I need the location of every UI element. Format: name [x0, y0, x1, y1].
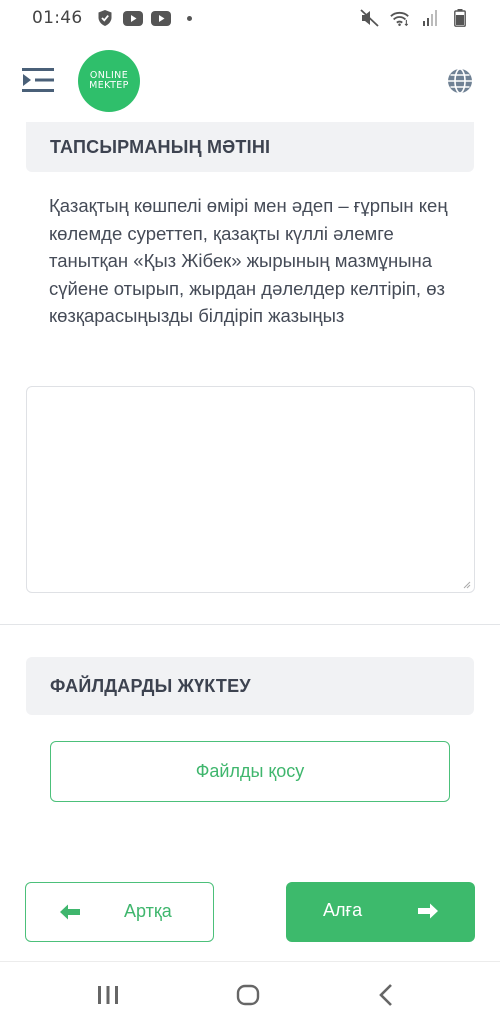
task-section-title: ТАПСЫРМАНЫҢ МӘТІНІ [50, 136, 271, 157]
arrow-right-icon [418, 903, 438, 919]
battery-icon [450, 9, 470, 27]
recents-icon[interactable] [97, 985, 119, 1005]
arrow-left-icon [60, 904, 80, 920]
status-bar: 01:46 [0, 0, 500, 36]
back-nav-icon[interactable] [377, 983, 395, 1007]
home-icon[interactable] [236, 984, 260, 1006]
status-icons-left [95, 10, 192, 26]
shield-check-icon [95, 10, 115, 26]
upload-section-title: ФАЙЛДАРДЫ ЖҮКТЕУ [50, 675, 251, 696]
signal-icon [420, 10, 440, 26]
app-header: ONLINE MEKTEP [0, 36, 500, 128]
next-label: Алға [323, 900, 363, 920]
task-text: Қазақтың көшпелі өмірі мен әдеп – ғұрпын… [49, 195, 448, 326]
dot-icon [186, 15, 192, 21]
upload-section-header: ФАЙЛДАРДЫ ЖҮКТЕУ [26, 657, 474, 715]
next-button[interactable]: Алға [286, 882, 475, 942]
menu-toggle-icon[interactable] [20, 62, 56, 98]
logo-text-line2: MEKTEP [89, 80, 129, 91]
wifi-icon [390, 10, 410, 26]
language-globe-icon[interactable] [446, 67, 474, 95]
youtube-icon [150, 10, 171, 26]
youtube-icon [122, 10, 143, 26]
status-icons-right [360, 9, 470, 27]
online-mektep-logo[interactable]: ONLINE MEKTEP [78, 50, 140, 112]
add-file-button[interactable]: Файлды қосу [50, 741, 450, 802]
task-section-header: ТАПСЫРМАНЫҢ МӘТІНІ [26, 122, 474, 172]
back-label: Артқа [124, 901, 172, 921]
resize-grip-icon[interactable] [463, 581, 471, 589]
status-time: 01:46 [32, 8, 83, 28]
mute-icon [360, 9, 380, 27]
section-divider [0, 624, 500, 625]
back-button[interactable]: Артқа [25, 882, 214, 942]
answer-textarea[interactable] [26, 386, 475, 593]
add-file-label: Файлды қосу [195, 761, 305, 781]
android-nav-bar [0, 962, 500, 1027]
